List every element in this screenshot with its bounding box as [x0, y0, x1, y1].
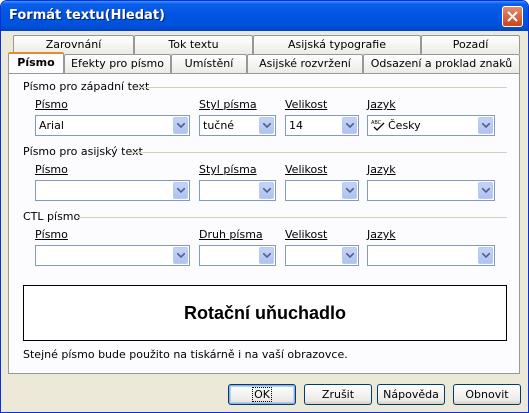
divider [131, 152, 507, 153]
dialog-window: Formát textu(Hledat) Zarovnání Tok textu… [0, 0, 529, 413]
chevron-down-icon [482, 123, 490, 128]
dropdown-arrow[interactable] [478, 247, 493, 264]
asian-lang-select[interactable] [367, 180, 495, 201]
western-size-select[interactable]: 14 [285, 115, 359, 136]
dropdown-arrow[interactable] [342, 182, 357, 199]
ctl-heading: CTL písmo [23, 210, 81, 223]
dropdown-arrow[interactable] [342, 247, 357, 264]
ctl-style-select[interactable] [199, 245, 276, 266]
help-button-label: Nápověda [383, 388, 439, 401]
help-button[interactable]: Nápověda [377, 384, 445, 405]
dropdown-arrow[interactable] [173, 117, 188, 134]
chevron-down-icon [482, 188, 490, 193]
asian-font-select[interactable] [35, 180, 190, 201]
western-style-value: tučné [203, 119, 235, 132]
asian-style-select[interactable] [199, 180, 276, 201]
western-lang-select[interactable]: ABC Česky [367, 115, 495, 136]
divider [137, 87, 507, 88]
chevron-down-icon [177, 253, 185, 258]
dropdown-arrow[interactable] [259, 117, 274, 134]
chevron-down-icon [482, 253, 490, 258]
ctl-size-select[interactable] [285, 245, 359, 266]
dropdown-arrow[interactable] [342, 117, 357, 134]
asian-font-label: Písmo [35, 163, 68, 176]
spellcheck-icon: ABC [371, 120, 385, 131]
ctl-lang-label: Jazyk [367, 228, 396, 241]
western-lang-label: Jazyk [367, 98, 396, 111]
reset-button-label: Obnovit [465, 388, 509, 401]
ok-button-label: OK [252, 387, 272, 402]
dropdown-arrow[interactable] [259, 247, 274, 264]
dropdown-arrow[interactable] [173, 247, 188, 264]
western-size-label: Velikost [285, 98, 328, 111]
dropdown-arrow[interactable] [259, 182, 274, 199]
asian-lang-label: Jazyk [367, 163, 396, 176]
asian-style-label: Styl písma [199, 163, 257, 176]
dropdown-arrow[interactable] [173, 182, 188, 199]
chevron-down-icon [346, 253, 354, 258]
dropdown-arrow[interactable] [478, 182, 493, 199]
western-size-value: 14 [289, 119, 303, 132]
svg-text:ABC: ABC [371, 120, 382, 126]
western-font-value: Arial [39, 119, 64, 132]
asian-size-label: Velikost [285, 163, 328, 176]
western-style-label: Styl písma [199, 98, 257, 111]
reset-button[interactable]: Obnovit [453, 384, 521, 405]
font-preview: Rotační uňuchadlo [23, 285, 507, 341]
divider [77, 217, 507, 218]
cancel-button[interactable]: Zrušit [304, 384, 372, 405]
western-lang-value: Česky [388, 119, 421, 132]
asian-size-select[interactable] [285, 180, 359, 201]
chevron-down-icon [263, 123, 271, 128]
printer-screen-note: Stejné písmo bude použito na tiskárně i … [23, 348, 348, 361]
ctl-style-label: Druh písma [199, 228, 263, 241]
western-font-label: Písmo [35, 98, 68, 111]
ctl-size-label: Velikost [285, 228, 328, 241]
ctl-font-select[interactable] [35, 245, 190, 266]
asian-heading: Písmo pro asijský text [23, 145, 143, 158]
chevron-down-icon [177, 188, 185, 193]
chevron-down-icon [263, 253, 271, 258]
western-style-select[interactable]: tučné [199, 115, 276, 136]
western-heading: Písmo pro západní text [23, 80, 150, 93]
chevron-down-icon [346, 123, 354, 128]
dropdown-arrow[interactable] [478, 117, 493, 134]
ctl-font-label: Písmo [35, 228, 68, 241]
chevron-down-icon [177, 123, 185, 128]
chevron-down-icon [346, 188, 354, 193]
ctl-lang-select[interactable] [367, 245, 495, 266]
ok-button[interactable]: OK [228, 384, 296, 405]
cancel-button-label: Zrušit [321, 388, 355, 401]
western-font-select[interactable]: Arial [35, 115, 190, 136]
chevron-down-icon [263, 188, 271, 193]
